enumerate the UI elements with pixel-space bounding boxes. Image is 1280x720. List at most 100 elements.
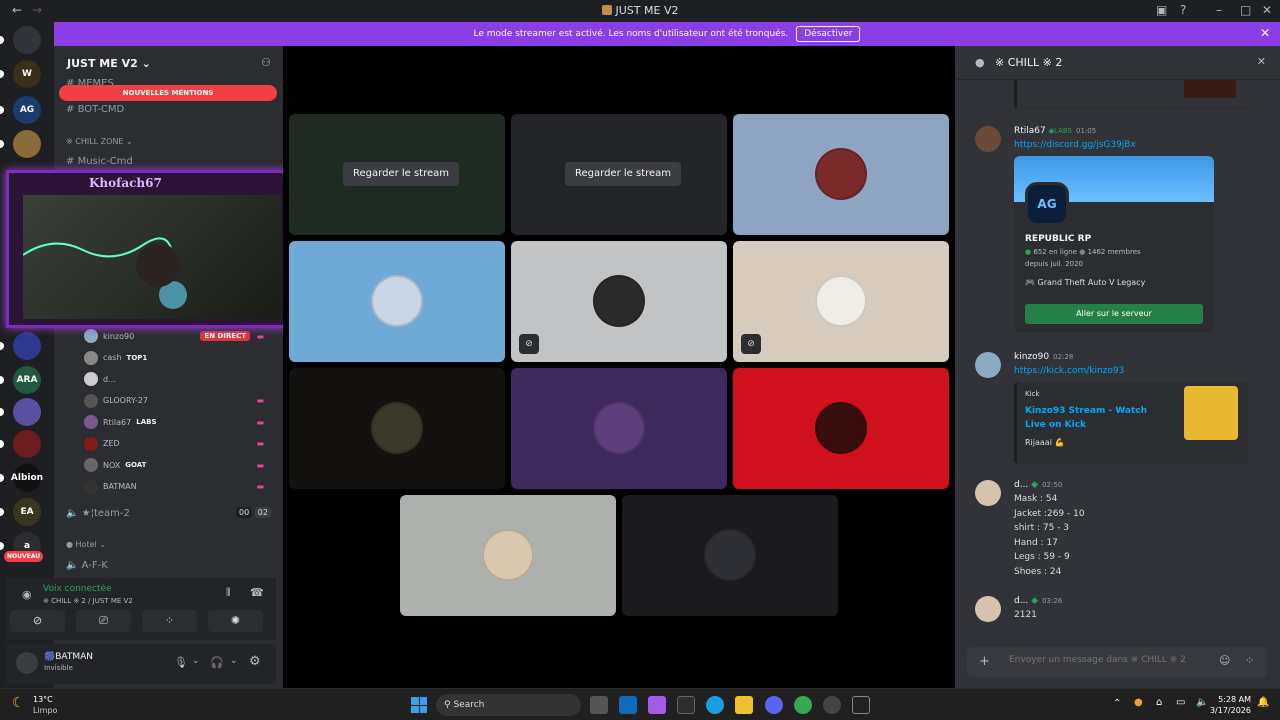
inbox-icon[interactable]: ▣ [1156, 3, 1167, 17]
server-icon[interactable]: ARA [13, 366, 41, 394]
voice-user[interactable]: NOX GOAT ▬ [84, 457, 274, 473]
voice-status[interactable]: Voix connectée [43, 584, 112, 594]
participant-tile[interactable] [733, 114, 949, 235]
headphones-icon[interactable]: 🎧 [210, 656, 224, 669]
start-button[interactable] [411, 697, 427, 713]
user-name: 🎆BATMAN [44, 652, 94, 662]
close-banner-icon[interactable]: ✕ [1260, 26, 1270, 40]
participant-tile[interactable] [733, 368, 949, 489]
server-header[interactable]: JUST ME V2 ⌄ ⚇ [54, 46, 283, 80]
camera-off-button[interactable]: ⊘ [10, 610, 65, 632]
voice-user[interactable]: cash TOP1 [84, 350, 274, 366]
new-mentions-pill[interactable]: NOUVELLES MENTIONS [59, 85, 277, 101]
avatar[interactable] [975, 352, 1001, 378]
chevron-up-icon[interactable]: ⌃ [1113, 698, 1121, 709]
activities-button[interactable]: ⁘ [142, 610, 197, 632]
file-explorer-icon[interactable] [735, 696, 753, 714]
message-link[interactable]: https://discord.gg/jsG39jBx [1014, 140, 1136, 150]
participant-tile[interactable]: ⊘ [511, 241, 727, 362]
edge-icon[interactable] [706, 696, 724, 714]
server-icon[interactable]: Albion [11, 464, 43, 492]
close-icon[interactable]: ✕ [1262, 3, 1272, 17]
microphone-icon[interactable]: ● [1134, 697, 1143, 708]
chevron-down-icon[interactable]: ⌄ [192, 656, 200, 666]
voice-user[interactable]: GLOORY-27 ▬ [84, 393, 274, 409]
category-chill-zone[interactable]: ※ CHILL ZONE ⌄ [66, 137, 133, 146]
voice-user[interactable]: d... [84, 371, 274, 387]
avatar[interactable] [16, 652, 38, 674]
app-icon[interactable] [852, 696, 870, 714]
obs-icon[interactable] [823, 696, 841, 714]
message-author[interactable]: Rtila67 ◆LABS 01:05 [1014, 126, 1096, 136]
voice-user[interactable]: kinzo90 EN DIRECT ▬ [84, 328, 274, 344]
message-author[interactable]: kinzo90 02:28 [1014, 352, 1073, 362]
participant-tile[interactable] [511, 368, 727, 489]
message-author[interactable]: d... ◆ 02:50 [1014, 480, 1062, 490]
add-member-icon[interactable]: ⚇ [261, 56, 271, 69]
join-server-button[interactable]: Aller sur le serveur [1025, 304, 1203, 324]
server-icon[interactable] [13, 26, 41, 54]
channel-team-2[interactable]: 🔈 ★¦team-2 [66, 508, 130, 519]
disable-streamer-button[interactable]: Désactiver [796, 26, 861, 42]
notification-icon[interactable]: 🔔 [1257, 697, 1269, 708]
display-icon[interactable]: ▭ [1176, 697, 1185, 708]
emoji-icon[interactable]: ☺ [1219, 654, 1230, 667]
weather-temp[interactable]: 13°C [33, 695, 53, 704]
participant-tile[interactable] [622, 495, 838, 616]
add-attachment-icon[interactable]: + [979, 654, 990, 669]
server-icon[interactable]: W [13, 60, 41, 88]
voice-user[interactable]: BATMAN ▬ [84, 479, 274, 495]
apps-icon[interactable]: ⁘ [1245, 654, 1254, 667]
voice-user[interactable]: ZED ▬ [84, 436, 274, 452]
disconnect-icon[interactable]: ☎ [250, 586, 264, 599]
server-icon[interactable] [13, 130, 41, 158]
outlook-icon[interactable] [619, 696, 637, 714]
maximize-icon[interactable]: □ [1240, 3, 1251, 17]
message-author[interactable]: d... ◆ 03:26 [1014, 596, 1062, 606]
voice-user[interactable]: Rtila67 LABS ▬ [84, 414, 274, 430]
server-icon[interactable] [13, 398, 41, 426]
participant-tile[interactable] [400, 495, 616, 616]
copilot-icon[interactable] [648, 696, 666, 714]
stream-tile[interactable]: Regarder le stream [289, 114, 505, 235]
server-icon[interactable]: AG [13, 96, 41, 124]
message-input[interactable] [1009, 655, 1209, 665]
participant-tile[interactable] [289, 241, 505, 362]
embed-title[interactable]: Kinzo93 Stream - Watch Live on Kick [1025, 404, 1165, 432]
chrome-icon[interactable] [794, 696, 812, 714]
participant-tile[interactable]: ⊘ [733, 241, 949, 362]
server-icon[interactable] [13, 430, 41, 458]
minimize-icon[interactable]: – [1216, 3, 1222, 17]
channel-music-cmd[interactable]: # Music-Cmd [66, 156, 133, 167]
server-invite-card: AG REPUBLIC RP ● 652 en ligne ● 1462 mem… [1014, 156, 1214, 332]
share-screen-button[interactable]: ⎚ [76, 610, 131, 632]
microphone-icon[interactable]: 🎙 [174, 656, 188, 669]
network-icon[interactable]: ⌂ [1156, 697, 1162, 708]
channel-afk[interactable]: 🔈 A-F-K [66, 560, 108, 571]
watch-stream-button[interactable]: Regarder le stream [343, 162, 460, 186]
discord-icon[interactable] [765, 696, 783, 714]
task-view-icon[interactable] [590, 696, 608, 714]
avatar[interactable] [975, 480, 1001, 506]
voice-user-name: GLOORY-27 [103, 396, 149, 405]
watch-stream-button[interactable]: Regarder le stream [565, 162, 682, 186]
chevron-down-icon[interactable]: ⌄ [230, 656, 238, 666]
noise-suppression-icon[interactable]: ⫴ [226, 586, 231, 600]
server-icon[interactable] [13, 332, 41, 360]
avatar[interactable] [975, 596, 1001, 622]
clock-date[interactable]: 3/17/2026 [1207, 706, 1251, 715]
search-box[interactable]: ⚲ Search [436, 694, 581, 716]
store-icon[interactable] [677, 696, 695, 714]
clock-time[interactable]: 5:28 AM [1215, 695, 1251, 704]
avatar[interactable] [975, 126, 1001, 152]
gear-icon[interactable]: ⚙ [249, 654, 261, 669]
soundboard-button[interactable]: ✺ [208, 610, 263, 632]
close-chat-icon[interactable]: ✕ [1257, 55, 1266, 68]
message-link[interactable]: https://kick.com/kinzo93 [1014, 366, 1124, 376]
stream-tile[interactable]: Regarder le stream [511, 114, 727, 235]
server-icon[interactable]: EA [13, 498, 41, 526]
help-icon[interactable]: ? [1180, 3, 1186, 17]
category-hotel[interactable]: ● Hotel ⌄ [66, 540, 106, 549]
participant-tile[interactable] [289, 368, 505, 489]
channel-bot-cmd[interactable]: # BOT-CMD [66, 104, 124, 115]
